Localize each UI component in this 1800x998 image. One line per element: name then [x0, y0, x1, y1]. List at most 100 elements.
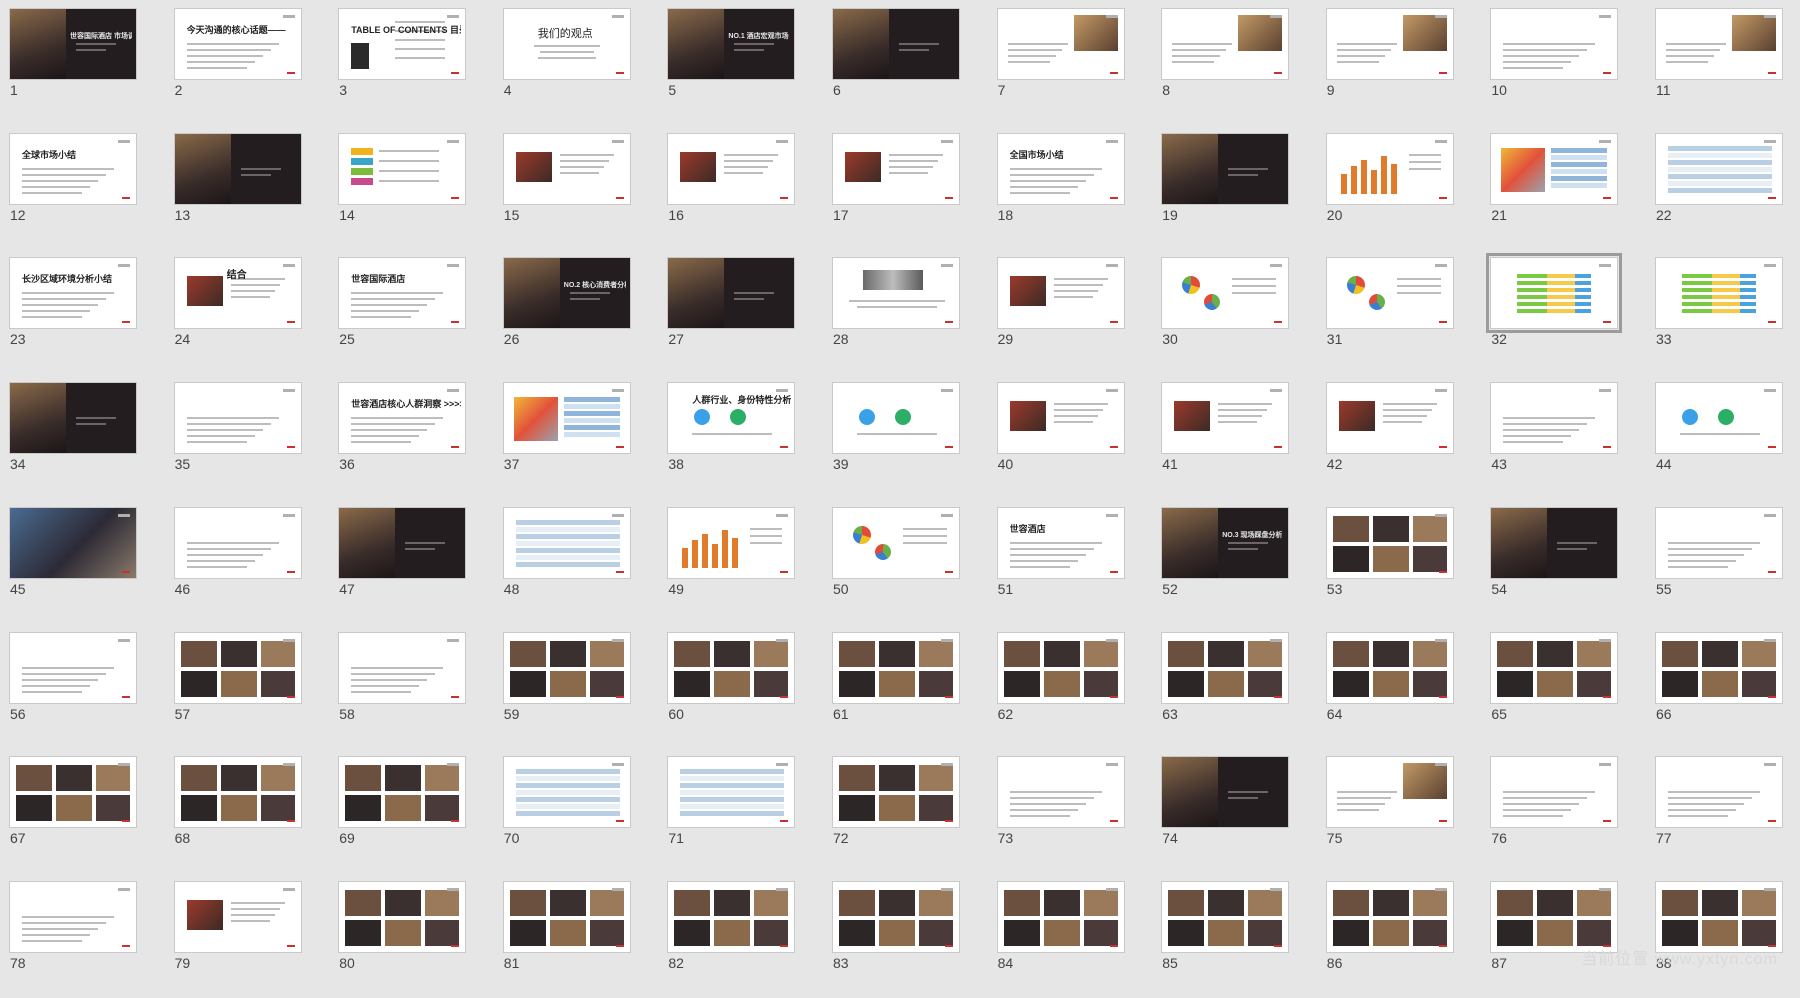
slide-thumbnail-77[interactable]: 77: [1646, 748, 1800, 873]
slide-thumbnail-39[interactable]: 39: [823, 374, 988, 499]
slide-thumbnail-23[interactable]: 长沙区域环境分析小结 23: [0, 249, 165, 374]
slide-text-line: [1053, 409, 1103, 412]
slide-thumbnail-30[interactable]: 30: [1152, 249, 1317, 374]
slide-thumbnail-75[interactable]: 75: [1317, 748, 1482, 873]
slide-thumbnail-73[interactable]: 73: [988, 748, 1153, 873]
slide-thumbnail-82[interactable]: 82: [658, 873, 823, 998]
slide-thumbnail-27[interactable]: 27: [658, 249, 823, 374]
slide-thumbnail-68[interactable]: 68: [165, 748, 330, 873]
slide-thumbnail-70[interactable]: 70: [494, 748, 659, 873]
slide-thumbnail-48[interactable]: 48: [494, 499, 659, 624]
slide-thumbnail-43[interactable]: 43: [1481, 374, 1646, 499]
slide-thumbnail-87[interactable]: 87: [1481, 873, 1646, 998]
slide-thumbnail-56[interactable]: 56: [0, 624, 165, 749]
slide-thumbnail-11[interactable]: 11: [1646, 0, 1800, 125]
slide-thumbnail-63[interactable]: 63: [1152, 624, 1317, 749]
slide-thumbnail-29[interactable]: 29: [988, 249, 1153, 374]
slide-thumbnail-15[interactable]: 15: [494, 125, 659, 250]
slide-number: 45: [10, 580, 26, 597]
slide-title: 世容国际酒店 市场调研提报方案: [70, 33, 132, 40]
slide-thumbnail-45[interactable]: 45: [0, 499, 165, 624]
slide-thumbnail-67[interactable]: 67: [0, 748, 165, 873]
slide-thumbnail-55[interactable]: 55: [1646, 499, 1800, 624]
slide-thumbnail-35[interactable]: 35: [165, 374, 330, 499]
slide-thumbnail-16[interactable]: 16: [658, 125, 823, 250]
slide-thumbnail-2[interactable]: 今天沟通的核心话题—— 2: [165, 0, 330, 125]
slide-thumbnail-51[interactable]: 世容酒店 51: [988, 499, 1153, 624]
slide-thumbnail-64[interactable]: 64: [1317, 624, 1482, 749]
slide-thumbnail-10[interactable]: 10: [1481, 0, 1646, 125]
slide-thumbnail-41[interactable]: 41: [1152, 374, 1317, 499]
slide-thumbnail-65[interactable]: 65: [1481, 624, 1646, 749]
slide-thumbnail-46[interactable]: 46: [165, 499, 330, 624]
slide-thumbnail-28[interactable]: 28: [823, 249, 988, 374]
slide-thumbnail-7[interactable]: 7: [988, 0, 1153, 125]
slide-thumbnail-8[interactable]: 8: [1152, 0, 1317, 125]
slide-number: 68: [174, 830, 191, 847]
slide-thumbnail-37[interactable]: 37: [494, 374, 659, 499]
slide-thumbnail-24[interactable]: 结合 24: [165, 249, 330, 374]
slide-thumbnail-13[interactable]: 13: [165, 125, 330, 250]
slide-thumbnail-52[interactable]: NO.3 现场踩盘分析 52: [1152, 499, 1317, 624]
slide-text-line: [1007, 61, 1050, 63]
slide-thumbnail-6[interactable]: 6: [823, 0, 988, 125]
slide-thumbnail-25[interactable]: 世容国际酒店 25: [329, 249, 494, 374]
slide-thumbnail-72[interactable]: 72: [823, 748, 988, 873]
slide-thumbnail-50[interactable]: 50: [823, 499, 988, 624]
slide-thumbnail-20[interactable]: 20: [1317, 125, 1482, 250]
slide-thumbnail-1[interactable]: 世容国际酒店 市场调研提报方案 1: [0, 0, 165, 125]
slide-thumbnail-80[interactable]: 80: [329, 873, 494, 998]
slide-thumbnail-19[interactable]: 19: [1152, 125, 1317, 250]
slide-thumbnail-88[interactable]: 88: [1646, 873, 1800, 998]
slide-preview: [9, 506, 137, 579]
slide-thumbnail-61[interactable]: 61: [823, 624, 988, 749]
slide-thumbnail-36[interactable]: 世容酒店核心人群洞察 >>>> 36: [329, 374, 494, 499]
slide-thumbnail-59[interactable]: 59: [494, 624, 659, 749]
slide-thumbnail-14[interactable]: 14: [329, 125, 494, 250]
slide-thumbnail-83[interactable]: 83: [823, 873, 988, 998]
slide-thumbnail-74[interactable]: 74: [1152, 748, 1317, 873]
slide-thumbnail-53[interactable]: 53: [1317, 499, 1482, 624]
slide-thumbnail-69[interactable]: 69: [329, 748, 494, 873]
slide-thumbnail-34[interactable]: 34: [0, 374, 165, 499]
slide-thumbnail-66[interactable]: 66: [1646, 624, 1800, 749]
slide-text-line: [76, 417, 116, 420]
slide-photo: [425, 765, 460, 792]
slide-thumbnail-40[interactable]: 40: [988, 374, 1153, 499]
slide-thumbnail-78[interactable]: 78: [0, 873, 165, 998]
slide-thumbnail-86[interactable]: 86: [1317, 873, 1482, 998]
slide-thumbnail-18[interactable]: 全国市场小结 18: [988, 125, 1153, 250]
slide-thumbnail-57[interactable]: 57: [165, 624, 330, 749]
slide-thumbnail-44[interactable]: 44: [1646, 374, 1800, 499]
slide-thumbnail-42[interactable]: 42: [1317, 374, 1482, 499]
slide-photo: [1575, 302, 1592, 307]
slide-thumbnail-26[interactable]: NO.2 核心消费者分析 26: [494, 249, 659, 374]
slide-text-line: [1408, 153, 1441, 156]
slide-thumbnail-12[interactable]: 全球市场小结 12: [0, 125, 165, 250]
slide-thumbnail-58[interactable]: 58: [329, 624, 494, 749]
slide-thumbnail-85[interactable]: 85: [1152, 873, 1317, 998]
slide-thumbnail-21[interactable]: 21: [1481, 125, 1646, 250]
slide-thumbnail-60[interactable]: 60: [658, 624, 823, 749]
slide-thumbnail-33[interactable]: 33: [1646, 249, 1800, 374]
slide-thumbnail-5[interactable]: NO.1 酒店宏观市场 5: [658, 0, 823, 125]
slide-thumbnail-17[interactable]: 17: [823, 125, 988, 250]
slide-thumbnail-31[interactable]: 31: [1317, 249, 1482, 374]
slide-thumbnail-79[interactable]: 79: [165, 873, 330, 998]
slide-thumbnail-22[interactable]: 22: [1646, 125, 1800, 250]
slide-thumbnail-4[interactable]: 我们的观点 4: [494, 0, 659, 125]
slide-thumbnail-62[interactable]: 62: [988, 624, 1153, 749]
slide-thumbnail-38[interactable]: 人群行业、身份特性分析 38: [658, 374, 823, 499]
slide-thumbnail-81[interactable]: 81: [494, 873, 659, 998]
slide-thumbnail-3[interactable]: TABLE OF CONTENTS 目录 3: [329, 0, 494, 125]
slide-preview: [1161, 257, 1290, 330]
slide-thumbnail-71[interactable]: 71: [658, 748, 823, 873]
slide-thumbnail-47[interactable]: 47: [329, 499, 494, 624]
slide-thumbnail-9[interactable]: 9: [1317, 0, 1482, 125]
slide-thumbnail-76[interactable]: 76: [1481, 748, 1646, 873]
slide-photo: [1332, 889, 1369, 916]
slide-thumbnail-49[interactable]: 49: [658, 499, 823, 624]
slide-thumbnail-32[interactable]: 32: [1481, 249, 1646, 374]
slide-thumbnail-54[interactable]: 54: [1481, 499, 1646, 624]
slide-thumbnail-84[interactable]: 84: [988, 873, 1153, 998]
